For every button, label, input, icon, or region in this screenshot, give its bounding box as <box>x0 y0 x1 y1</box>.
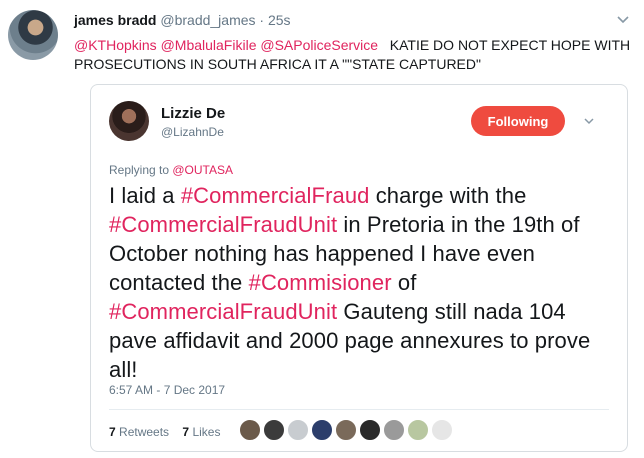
quoted-author-avatar[interactable] <box>109 101 149 141</box>
quoted-tweet-date[interactable]: 6:57 AM - 7 Dec 2017 <box>109 383 225 397</box>
liker-avatar[interactable] <box>287 419 309 441</box>
replying-mention[interactable]: @OUTASA <box>172 163 233 177</box>
likes-count[interactable]: 7 <box>182 425 189 439</box>
retweets-count[interactable]: 7 <box>109 425 116 439</box>
author-avatar[interactable] <box>8 10 58 60</box>
liker-avatar[interactable] <box>311 419 333 441</box>
hashtag-link[interactable]: #CommercialFraudUnit <box>109 299 337 324</box>
hashtag-link[interactable]: #Commisioner <box>249 270 392 295</box>
quoted-author-handle[interactable]: @LizahnDe <box>161 125 224 139</box>
liker-avatar[interactable] <box>407 419 429 441</box>
separator-dot: · <box>259 12 265 28</box>
likes-label[interactable]: Likes <box>192 425 220 439</box>
tweet-mentions[interactable]: @KTHopkins @MbalulaFikile @SAPoliceServi… <box>74 37 378 53</box>
author-name[interactable]: james bradd <box>74 12 156 28</box>
tweet-timestamp[interactable]: 25s <box>268 12 291 28</box>
liker-avatars <box>239 419 455 443</box>
engagement-stats: 7 Retweets 7 Likes <box>109 425 220 439</box>
following-button[interactable]: Following <box>471 106 565 136</box>
chevron-down-icon[interactable] <box>583 115 595 127</box>
liker-avatar[interactable] <box>239 419 261 441</box>
quoted-author-name[interactable]: Lizzie De <box>161 105 225 122</box>
hashtag-link[interactable]: #CommercialFraud <box>181 183 370 208</box>
liker-avatar[interactable] <box>359 419 381 441</box>
chevron-down-icon[interactable] <box>616 12 630 26</box>
retweets-label[interactable]: Retweets <box>119 425 169 439</box>
liker-avatar[interactable] <box>431 419 453 441</box>
liker-avatar[interactable] <box>383 419 405 441</box>
replying-to: Replying to @OUTASA <box>109 163 233 177</box>
quoted-tweet-card[interactable]: Lizzie De @LizahnDe Following Replying t… <box>90 84 628 452</box>
hashtag-link[interactable]: #CommercialFraudUnit <box>109 212 337 237</box>
replying-prefix: Replying to <box>109 163 173 177</box>
tweet-text: @KTHopkins @MbalulaFikile @SAPoliceServi… <box>74 36 634 74</box>
tweet-text-segment: I laid a <box>109 183 181 208</box>
tweet-text-segment: charge with the <box>369 183 527 208</box>
divider <box>109 409 609 410</box>
author-handle[interactable]: @bradd_james <box>160 12 255 28</box>
tweet-header: james bradd @bradd_james · 25s <box>74 12 291 28</box>
quoted-tweet-text: I laid a #CommercialFraud charge with th… <box>109 181 614 384</box>
liker-avatar[interactable] <box>335 419 357 441</box>
liker-avatar[interactable] <box>263 419 285 441</box>
tweet-text-segment: of <box>391 270 417 295</box>
